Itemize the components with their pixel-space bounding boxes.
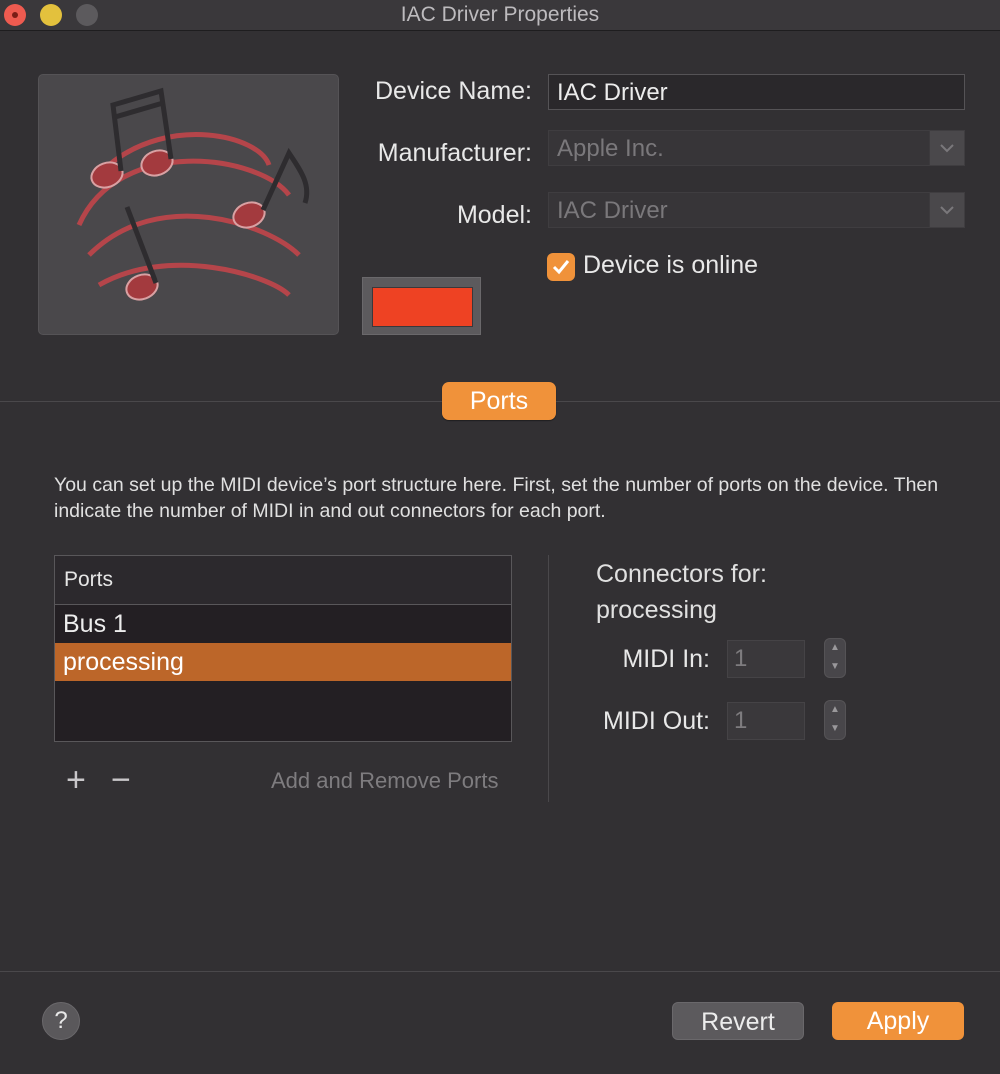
window-title: IAC Driver Properties [400,3,600,26]
manufacturer-value: Apple Inc. [557,135,664,162]
checkmark-icon [552,260,570,275]
chevron-up-icon: ▲ [830,642,840,653]
midi-out-value: 1 [734,707,748,734]
connectors-port-name: processing [596,596,717,624]
manufacturer-label: Manufacturer: [377,139,532,167]
chevron-up-icon: ▲ [830,704,840,715]
vertical-divider [548,555,549,802]
midi-out-label: MIDI Out: [603,707,710,735]
device-icon-well[interactable] [38,74,339,335]
chevron-down-icon: ▼ [830,723,840,734]
ports-description: You can set up the MIDI device’s port st… [54,474,939,522]
help-button[interactable]: ? [42,1002,80,1040]
add-port-button[interactable]: + [66,763,86,797]
connectors-title: Connectors for: processing [596,556,767,628]
midi-notes-icon [76,87,310,301]
chevron-down-icon [929,193,964,227]
midi-in-stepper[interactable]: ▲ ▼ [824,638,846,678]
model-label: Model: [456,201,532,229]
model-value: IAC Driver [557,197,668,224]
midi-in-label: MIDI In: [622,645,710,673]
chevron-down-icon [929,131,964,165]
device-color-well[interactable] [362,277,481,335]
table-row[interactable]: Bus 1 [55,605,511,643]
tab-ports[interactable]: Ports [442,382,556,420]
ports-table[interactable]: Ports Bus 1 processing [54,555,512,742]
add-remove-ports-label: Add and Remove Ports [271,768,499,793]
title-bar: IAC Driver Properties [0,0,1000,31]
model-popup[interactable]: IAC Driver [548,192,965,228]
device-online-checkbox[interactable] [547,253,575,281]
apply-button[interactable]: Apply [832,1002,964,1040]
chevron-down-icon: ▼ [830,661,840,672]
midi-out-stepper[interactable]: ▲ ▼ [824,700,846,740]
device-color-swatch [372,287,473,327]
midi-in-field[interactable]: 1 [727,640,805,678]
device-name-label: Device Name: [375,77,532,105]
device-online-label[interactable]: Device is online [583,251,758,280]
footer-separator [0,971,1000,972]
ports-table-header[interactable]: Ports [55,556,511,605]
connectors-title-line1: Connectors for: [596,560,767,588]
device-name-field[interactable]: IAC Driver [548,74,965,110]
remove-port-button[interactable]: − [111,763,131,797]
midi-in-value: 1 [734,645,748,672]
midi-out-field[interactable]: 1 [727,702,805,740]
manufacturer-popup[interactable]: Apple Inc. [548,130,965,166]
revert-button[interactable]: Revert [672,1002,804,1040]
table-row[interactable]: processing [55,643,511,681]
device-name-value: IAC Driver [557,79,668,106]
